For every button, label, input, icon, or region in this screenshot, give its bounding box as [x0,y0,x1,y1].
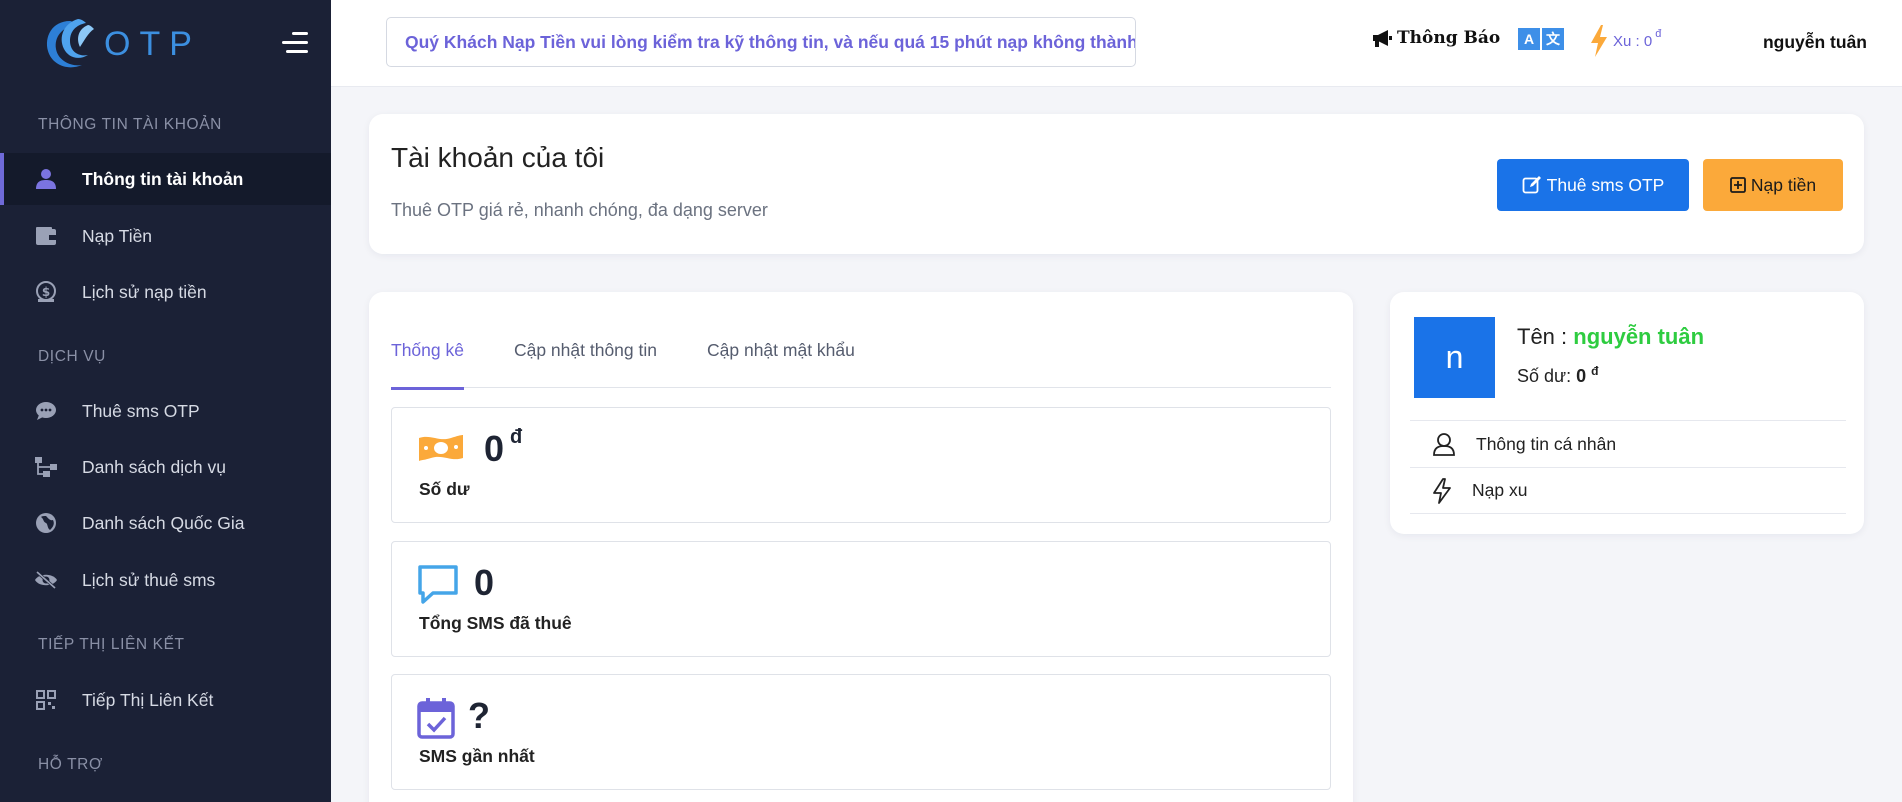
profile-balance-prefix: Số dư: [1517,366,1572,386]
stat-total-sms-label: Tổng SMS đã thuê [419,613,572,633]
page-title: Tài khoản của tôi [391,142,605,173]
profile-balance-value: 0 [1576,366,1587,386]
megaphone-icon [1373,30,1392,47]
sidebar-item-label: Tiếp Thị Liên Kết [82,689,214,710]
top-up-button[interactable]: Nạp tiền [1703,159,1843,211]
sidebar-item-label: Danh sách Quốc Gia [82,512,245,533]
stat-balance: 0đ Số dư [391,407,1331,523]
qrcode-icon [34,688,58,712]
stat-total-sms-value: 0 [474,562,495,603]
profile-link-label: Thông tin cá nhân [1476,433,1617,454]
logo-row: OTP [0,0,331,88]
globe-icon [34,511,58,535]
no-eye-icon [34,568,58,592]
menu-toggle-icon[interactable] [282,32,308,54]
profile-name-prefix: Tên : [1517,324,1568,349]
profile-link-label: Nạp xu [1472,480,1528,500]
sidebar-item-rent-sms[interactable]: Thuê sms OTP [0,385,331,437]
stat-latest-sms: ? SMS gần nhất [391,674,1331,790]
money-history-icon: $ [34,280,58,304]
profile-card: n Tên : nguyễn tuân Số dư: 0 đ Thông tin… [1390,292,1864,534]
profile-tabs: Thống kê Cập nhật thông tin Cập nhật mật… [391,340,1331,390]
xu-balance[interactable]: Xu : 0 đ [1589,25,1661,57]
section-label-service: DỊCH VỤ [38,348,106,365]
sidebar-item-affiliate[interactable]: Tiếp Thị Liên Kết [0,674,331,726]
user-menu[interactable]: nguyễn tuân [1763,32,1867,53]
stats-card: Thống kê Cập nhật thông tin Cập nhật mật… [369,292,1353,802]
sidebar-item-label: Lịch sử nạp tiền [82,281,207,302]
logo-swirl-icon [46,19,94,68]
section-label-support: HỖ TRỢ [38,756,103,773]
svg-text:$: $ [42,285,50,299]
notification-label: Thông Báo [1397,28,1501,48]
xu-label: Xu : 0 [1613,33,1653,50]
chat-icon [34,399,58,423]
sidebar-item-label: Lịch sử thuê sms [82,569,216,590]
bolt-icon [1591,25,1607,57]
page-subtitle: Thuê OTP giá rẻ, nhanh chóng, đa dạng se… [391,200,768,220]
stat-total-sms: 0 Tổng SMS đã thuê [391,541,1331,657]
tab-statistics[interactable]: Thống kê [391,340,464,390]
tab-update-info[interactable]: Cập nhật thông tin [514,340,657,388]
sidebar-item-label: Thuê sms OTP [82,400,200,421]
rent-sms-button-label: Thuê sms OTP [1546,174,1665,195]
topbar: Quý Khách Nạp Tiền vui lòng kiểm tra kỹ … [331,0,1902,87]
profile-link-personal-info[interactable]: Thông tin cá nhân [1410,420,1846,467]
announcement-marquee: Quý Khách Nạp Tiền vui lòng kiểm tra kỹ … [386,17,1136,67]
stat-latest-sms-label: SMS gần nhất [419,746,535,766]
announcement-text: Quý Khách Nạp Tiền vui lòng kiểm tra kỹ … [405,31,1136,52]
avatar: n [1414,317,1495,398]
plus-square-icon [1730,177,1746,193]
xu-currency: đ [1655,28,1662,40]
stat-latest-sms-value: ? [468,695,490,736]
calendar-check-icon [417,698,455,739]
stat-balance-unit: đ [510,426,523,448]
section-label-account: THÔNG TIN TÀI KHOẢN [38,116,222,133]
sidebar-item-label: Thông tin tài khoản [82,168,244,189]
stat-balance-label: Số dư [419,479,470,499]
rent-sms-button[interactable]: Thuê sms OTP [1497,159,1689,211]
profile-link-top-up-xu[interactable]: Nạp xu [1410,467,1846,514]
sidebar: OTP THÔNG TIN TÀI KHOẢN Thông tin tài kh… [0,0,331,802]
logo-text: OTP [104,24,201,63]
message-icon [418,565,458,604]
edit-icon [1522,176,1541,194]
profile-name: Tên : nguyễn tuân [1517,324,1704,350]
sidebar-item-topup-history[interactable]: $ Lịch sử nạp tiền [0,266,331,318]
lang-a: A [1518,28,1540,50]
sidebar-item-label: Nạp Tiền [82,225,153,246]
profile-balance: Số dư: 0 đ [1517,364,1598,387]
profile-balance-unit: đ [1591,364,1599,378]
stat-balance-value: 0 [484,428,505,469]
bolt-outline-icon [1433,477,1451,504]
wallet-icon [34,224,58,248]
user-icon [34,167,58,191]
notification-button[interactable]: Thông Báo [1371,28,1500,48]
user-outline-icon [1433,433,1455,456]
page-header-card: Tài khoản của tôi Thuê OTP giá rẻ, nhanh… [369,114,1864,254]
sidebar-item-sms-history[interactable]: Lịch sử thuê sms [0,554,331,606]
sidebar-item-top-up[interactable]: Nạp Tiền [0,210,331,262]
sidebar-item-account-info[interactable]: Thông tin tài khoản [0,153,331,205]
top-up-button-label: Nạp tiền [1750,174,1817,195]
sidebar-item-label: Danh sách dịch vụ [82,456,226,477]
sidebar-item-service-list[interactable]: Danh sách dịch vụ [0,441,331,493]
tab-update-password[interactable]: Cập nhật mật khẩu [707,340,855,388]
lang-b: 文 [1542,28,1564,50]
money-bill-icon [419,435,463,461]
sitemap-icon [34,455,58,479]
section-label-affiliate: TIẾP THỊ LIÊN KẾT [38,636,185,653]
logo[interactable]: OTP [42,15,201,73]
sidebar-item-country-list[interactable]: Danh sách Quốc Gia [0,497,331,549]
language-icon[interactable]: A 文 [1518,28,1566,50]
stat-balance-value-wrap: 0đ [484,426,523,470]
profile-name-value: nguyễn tuân [1573,324,1705,349]
